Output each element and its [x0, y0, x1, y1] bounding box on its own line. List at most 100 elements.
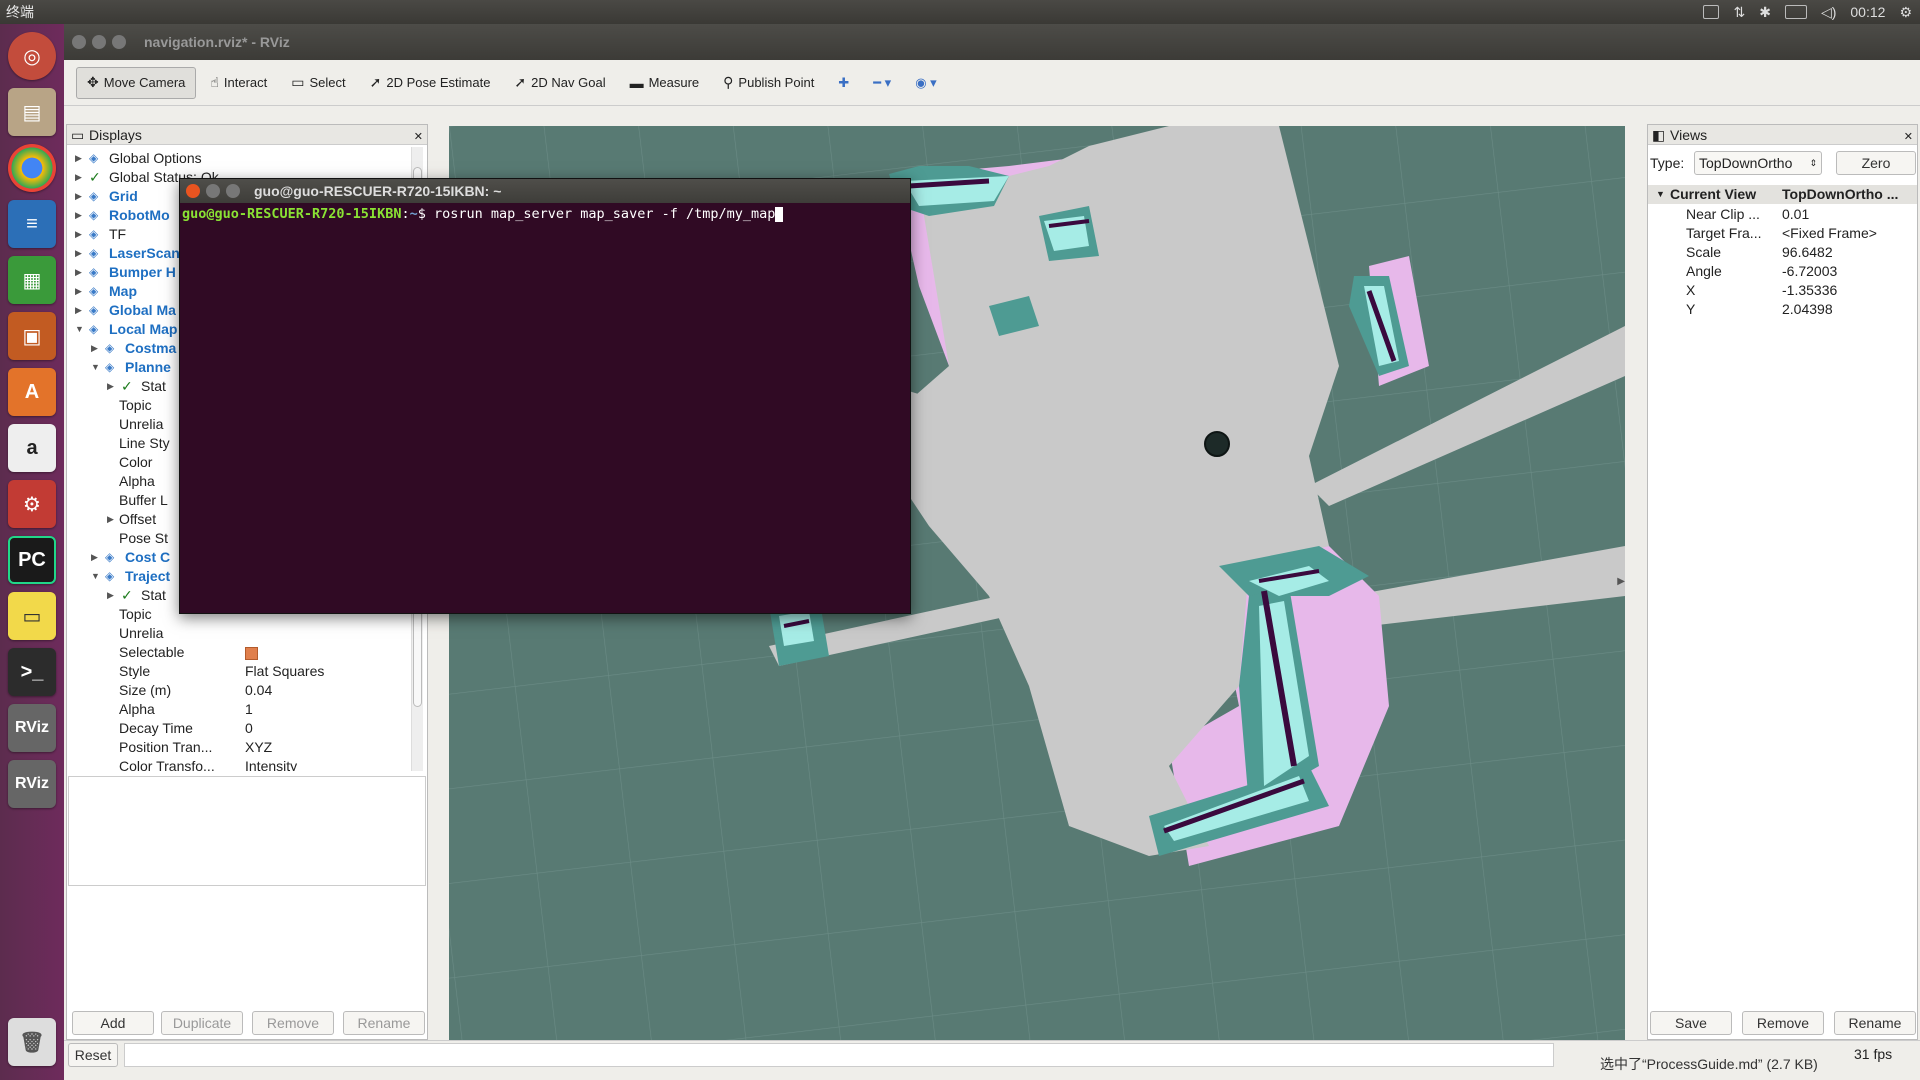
duplicate-button[interactable]: Duplicate [161, 1011, 243, 1035]
expand-icon[interactable]: ▶ [75, 187, 85, 206]
terminal-body[interactable]: guo@guo-RESCUER-R720-15IKBN:~$ rosrun ma… [180, 203, 910, 225]
terminal-window[interactable]: guo@guo-RESCUER-R720-15IKBN: ~ guo@guo-R… [179, 178, 911, 614]
view-property-value[interactable]: 0.01 [1782, 205, 1809, 224]
remove-view-button[interactable]: Remove [1742, 1011, 1824, 1035]
expand-icon[interactable]: ▶ [75, 225, 85, 244]
expand-icon[interactable]: ▶ [75, 206, 85, 225]
battery-icon[interactable] [1784, 5, 1807, 19]
close-window-button[interactable] [72, 35, 86, 49]
expand-icon[interactable]: ▶ [75, 263, 85, 282]
software-center-icon[interactable]: A [8, 368, 56, 416]
collapse-right-handle[interactable]: ▶ [1617, 576, 1625, 587]
tree-row[interactable]: Position Tran... XYZ [67, 738, 407, 757]
minimize-window-button[interactable] [92, 35, 106, 49]
property-value[interactable]: Flat Squares [245, 662, 324, 681]
ubuntu-dash-icon[interactable]: ◎ [8, 32, 56, 80]
minus-icon[interactable]: ━ ▾ [863, 67, 901, 99]
settings-icon[interactable]: ⚙ [8, 480, 56, 528]
property-value[interactable]: 1 [245, 700, 253, 719]
maximize-icon[interactable] [226, 184, 240, 198]
expand-icon[interactable]: ▶ [75, 168, 85, 187]
view-property-value[interactable]: 96.6482 [1782, 243, 1833, 262]
expand-icon[interactable]: ▶ [107, 510, 117, 529]
expand-icon[interactable]: ▶ [75, 244, 85, 263]
expand-icon[interactable]: ▶ [75, 282, 85, 301]
tree-row[interactable]: Style Flat Squares [67, 662, 407, 681]
pycharm-icon[interactable]: PC [8, 536, 56, 584]
maximize-window-button[interactable] [112, 35, 126, 49]
notes-icon[interactable]: ▭ [8, 592, 56, 640]
volume-icon[interactable]: ◁) [1821, 4, 1836, 21]
save-view-button[interactable]: Save [1650, 1011, 1732, 1035]
view-property-value[interactable]: -6.72003 [1782, 262, 1837, 281]
tree-row[interactable]: Color Transfo... Intensity [67, 757, 407, 771]
expand-icon[interactable]: ▶ [107, 377, 117, 396]
add-button[interactable]: Add [72, 1011, 154, 1035]
minimize-icon[interactable] [206, 184, 220, 198]
amazon-icon[interactable]: a [8, 424, 56, 472]
tree-row[interactable]: Decay Time 0 [67, 719, 407, 738]
rename-button[interactable]: Rename [343, 1011, 425, 1035]
bluetooth-icon[interactable]: ✱ [1759, 4, 1771, 21]
expand-icon[interactable]: ▶ [75, 301, 85, 320]
view-property-row[interactable]: Target Fra... <Fixed Frame> [1648, 224, 1917, 243]
tree-row[interactable]: Size (m) 0.04 [67, 681, 407, 700]
view-property-row[interactable]: Scale 96.6482 [1648, 243, 1917, 262]
property-value[interactable]: 0.04 [245, 681, 272, 700]
close-icon[interactable]: ✕ [1904, 127, 1913, 147]
close-icon[interactable]: ✕ [414, 127, 423, 147]
tree-row[interactable]: Alpha 1 [67, 700, 407, 719]
tool-publish-point[interactable]: ⚲ Publish Point [713, 67, 824, 99]
expand-icon[interactable]: ▶ [91, 339, 101, 358]
terminal-icon[interactable]: >_ [8, 648, 56, 696]
network-arrows-icon[interactable]: ⇅ [1733, 4, 1745, 21]
trash-icon[interactable]: 🗑 [8, 1018, 56, 1066]
property-value[interactable]: 0 [245, 719, 253, 738]
keyboard-icon[interactable] [1703, 5, 1720, 19]
plus-crosshair-icon[interactable]: ✚ [828, 67, 859, 99]
files-icon[interactable]: ▤ [8, 88, 56, 136]
collapse-icon[interactable]: ▼ [75, 320, 85, 339]
close-icon[interactable] [186, 184, 200, 198]
zero-button[interactable]: Zero [1836, 151, 1916, 175]
expand-icon[interactable]: ▶ [107, 586, 117, 605]
current-view-row[interactable]: ▼ Current View TopDownOrtho ... [1648, 185, 1917, 204]
rviz-icon[interactable]: RViz [8, 704, 56, 752]
expand-icon[interactable]: ▼ [1656, 185, 1665, 204]
property-value[interactable] [245, 643, 258, 662]
tool-measure[interactable]: ▬ Measure [620, 67, 710, 99]
view-property-value[interactable]: 2.04398 [1782, 300, 1833, 319]
checkbox[interactable] [245, 646, 258, 660]
tool-move-camera[interactable]: ✥ Move Camera [76, 66, 197, 99]
property-value[interactable]: XYZ [245, 738, 272, 757]
tool-2d-nav-goal[interactable]: ➚ 2D Nav Goal [504, 67, 615, 99]
view-property-row[interactable]: Y 2.04398 [1648, 300, 1917, 319]
collapse-icon[interactable]: ▼ [91, 358, 101, 377]
gear-icon[interactable]: ⚙ [1899, 4, 1912, 21]
tool-2d-pose-estimate[interactable]: ➚ 2D Pose Estimate [360, 67, 501, 99]
view-property-value[interactable]: <Fixed Frame> [1782, 224, 1877, 243]
impress-icon[interactable]: ▣ [8, 312, 56, 360]
expand-icon[interactable]: ▶ [91, 548, 101, 567]
expand-icon[interactable]: ▶ [75, 149, 85, 168]
chrome-icon[interactable] [8, 144, 56, 192]
view-type-select[interactable]: TopDownOrtho ⇕ [1694, 151, 1822, 175]
rviz-icon-2[interactable]: RViz [8, 760, 56, 808]
view-property-row[interactable]: Near Clip ... 0.01 [1648, 205, 1917, 224]
tree-row[interactable]: ▶ ◈ Global Options [67, 149, 407, 168]
writer-icon[interactable]: ≡ [8, 200, 56, 248]
rename-view-button[interactable]: Rename [1834, 1011, 1916, 1035]
property-value[interactable]: Intensity [245, 757, 297, 771]
collapse-icon[interactable]: ▼ [91, 567, 101, 586]
view-property-value[interactable]: -1.35336 [1782, 281, 1837, 300]
view-property-row[interactable]: X -1.35336 [1648, 281, 1917, 300]
remove-button[interactable]: Remove [252, 1011, 334, 1035]
view-property-row[interactable]: Angle -6.72003 [1648, 262, 1917, 281]
tool-select[interactable]: ▭ Select [281, 67, 355, 99]
calc-icon[interactable]: ▦ [8, 256, 56, 304]
tree-row[interactable]: Selectable [67, 643, 407, 662]
tree-row[interactable]: Unrelia [67, 624, 407, 643]
eye-icon[interactable]: ◉ ▾ [905, 67, 946, 99]
tool-interact[interactable]: ☝ Interact [200, 67, 277, 99]
reset-button[interactable]: Reset [68, 1043, 118, 1067]
